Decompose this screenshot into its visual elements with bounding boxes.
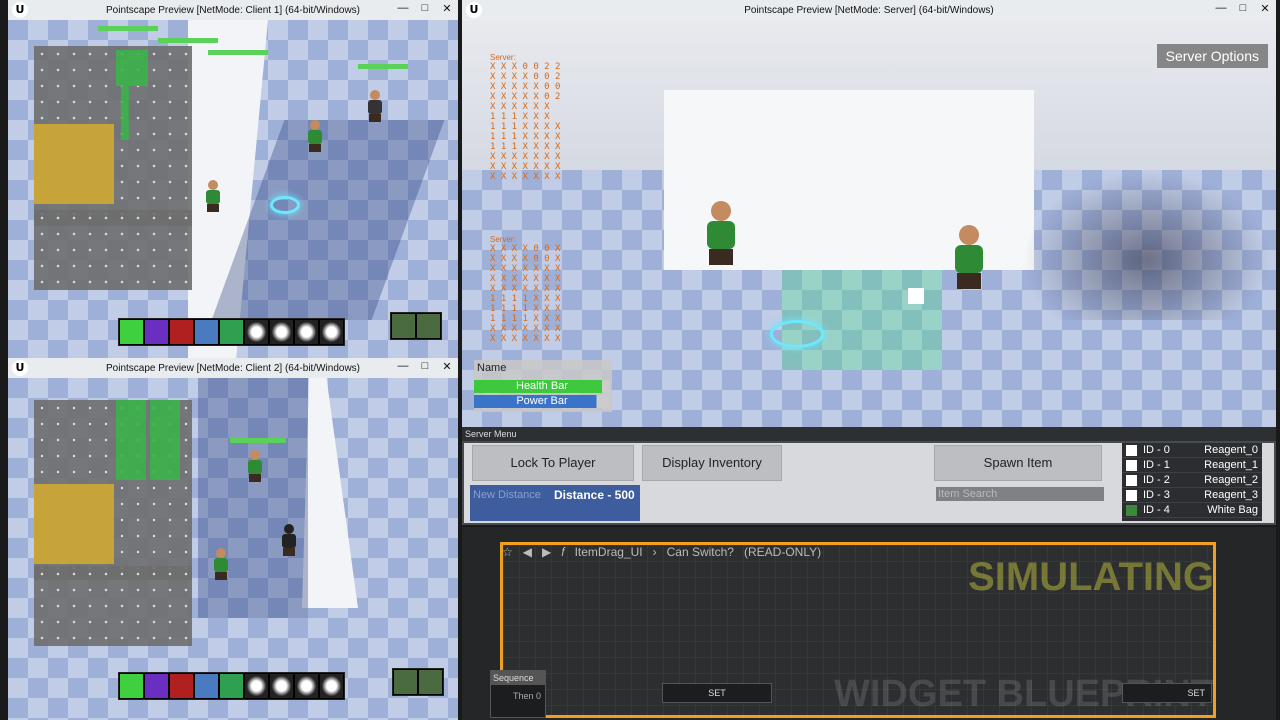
- quick-slots[interactable]: [392, 668, 444, 696]
- list-item[interactable]: ID - 0 Reagent_0: [1122, 443, 1262, 458]
- sequence-node[interactable]: Sequence Then 0: [490, 670, 546, 718]
- character: [248, 450, 262, 482]
- checkbox[interactable]: [1126, 444, 1137, 456]
- graph-toolbar: ☆ ◀ ▶ f ItemDrag_UI › Can Switch? (READ-…: [502, 545, 821, 559]
- unreal-logo-icon: U: [12, 360, 28, 376]
- minimize-icon[interactable]: —: [396, 360, 410, 373]
- character: [206, 180, 220, 212]
- close-icon[interactable]: ✕: [440, 2, 454, 15]
- debug-label: Server:: [490, 235, 516, 244]
- client1-window: U Pointscape Preview [NetMode: Client 1]…: [8, 0, 458, 358]
- debug-label: Server:: [490, 53, 516, 62]
- quick-slots[interactable]: [390, 312, 442, 340]
- display-inventory-button[interactable]: Display Inventory: [642, 445, 782, 481]
- inventory-item-axe[interactable]: [116, 400, 146, 480]
- character: [282, 524, 296, 556]
- inventory-panel-bottom[interactable]: [34, 566, 192, 646]
- maximize-icon[interactable]: □: [1236, 2, 1250, 15]
- character: [214, 548, 228, 580]
- player-name-label: Name: [477, 362, 507, 374]
- character: [368, 90, 382, 122]
- player-status-box: Name Health Bar Power Bar: [474, 360, 612, 412]
- client2-title: Pointscape Preview [NetMode: Client 2] (…: [106, 362, 360, 374]
- maximize-icon[interactable]: □: [418, 2, 432, 15]
- list-item[interactable]: ID - 2 Reagent_2: [1122, 473, 1262, 488]
- spawn-item-button[interactable]: Spawn Item: [934, 445, 1102, 481]
- character: [308, 120, 322, 152]
- distance-value: Distance - 500: [554, 488, 635, 502]
- bag-icon[interactable]: [1126, 504, 1137, 516]
- checkbox[interactable]: [1126, 489, 1137, 501]
- unreal-logo-icon: U: [466, 2, 482, 18]
- debug-grid: X X X 0 0 2 2 X X X X 0 0 2 X X X X X 0 …: [490, 62, 561, 182]
- inventory-item-axe[interactable]: [150, 400, 180, 480]
- readonly-label: (READ-ONLY): [743, 545, 822, 559]
- client1-title: Pointscape Preview [NetMode: Client 1] (…: [106, 4, 360, 16]
- maximize-icon[interactable]: □: [418, 360, 432, 373]
- client2-window: U Pointscape Preview [NetMode: Client 2]…: [8, 358, 458, 720]
- unreal-logo-icon: U: [12, 2, 28, 18]
- close-icon[interactable]: ✕: [440, 360, 454, 373]
- server-window: U Pointscape Preview [NetMode: Server] (…: [462, 0, 1276, 427]
- server-titlebar[interactable]: U Pointscape Preview [NetMode: Server] (…: [462, 0, 1276, 20]
- npc-crowd: [1022, 170, 1272, 320]
- forward-arrow-icon[interactable]: ▶: [542, 545, 551, 559]
- character: [707, 201, 735, 265]
- list-item[interactable]: ID - 1 Reagent_1: [1122, 458, 1262, 473]
- close-icon[interactable]: ✕: [1258, 2, 1272, 15]
- star-icon[interactable]: ☆: [502, 545, 513, 559]
- hotbar[interactable]: [118, 672, 345, 700]
- list-item[interactable]: ID - 4 White Bag: [1122, 503, 1262, 518]
- back-arrow-icon[interactable]: ◀: [523, 545, 532, 559]
- health-bar: Health Bar: [474, 380, 610, 393]
- breadcrumb[interactable]: ItemDrag_UI: [575, 545, 643, 559]
- blueprint-graph[interactable]: ☆ ◀ ▶ f ItemDrag_UI › Can Switch? (READ-…: [462, 527, 1276, 720]
- white-bag-item: [908, 288, 924, 304]
- breadcrumb[interactable]: Can Switch?: [667, 545, 734, 559]
- server-menu-title: Server Menu: [462, 427, 1276, 441]
- inventory-item-armor[interactable]: [34, 124, 114, 204]
- distance-input[interactable]: New Distance: [473, 489, 541, 501]
- checkbox[interactable]: [1126, 474, 1137, 486]
- set-node[interactable]: SET: [662, 683, 772, 703]
- client1-titlebar[interactable]: U Pointscape Preview [NetMode: Client 1]…: [8, 0, 458, 20]
- lock-to-player-button[interactable]: Lock To Player: [472, 445, 634, 481]
- server-title: Pointscape Preview [NetMode: Server] (64…: [744, 4, 994, 16]
- list-item[interactable]: ID - 3 Reagent_3: [1122, 488, 1262, 503]
- minimize-icon[interactable]: —: [1214, 2, 1228, 15]
- item-search-input[interactable]: Item Search: [936, 487, 1104, 501]
- function-icon: f: [561, 545, 565, 559]
- character: [955, 225, 983, 289]
- simulating-label: SIMULATING: [968, 555, 1214, 599]
- server-options-button[interactable]: Server Options: [1156, 44, 1268, 68]
- distance-field[interactable]: New Distance Distance - 500: [470, 485, 640, 521]
- server-viewport[interactable]: Server: X X X 0 0 2 2 X X X X 0 0 2 X X …: [462, 20, 1276, 427]
- power-bar: Power Bar: [474, 395, 610, 408]
- debug-grid: X X X X 0 0 X X X X X 0 0 X X X X X X X …: [490, 244, 561, 344]
- client2-titlebar[interactable]: U Pointscape Preview [NetMode: Client 2]…: [8, 358, 458, 378]
- inventory-panel-bottom[interactable]: [34, 210, 192, 290]
- spawn-ring: [770, 320, 824, 348]
- hotbar[interactable]: [118, 318, 345, 346]
- item-id-list: ID - 0 Reagent_0 ID - 1 Reagent_1 ID - 2 Re…: [1122, 443, 1262, 521]
- client1-viewport[interactable]: [8, 20, 458, 358]
- spawn-ring: [270, 196, 300, 214]
- checkbox[interactable]: [1126, 459, 1137, 471]
- minimize-icon[interactable]: —: [396, 2, 410, 15]
- set-node[interactable]: SET: [1122, 683, 1212, 703]
- inventory-item-armor[interactable]: [34, 484, 114, 564]
- chevron-right-icon: ›: [652, 545, 657, 559]
- client2-viewport[interactable]: [8, 378, 458, 720]
